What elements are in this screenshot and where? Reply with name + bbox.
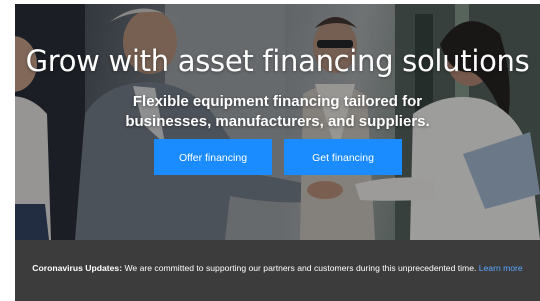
banner-text: Coronavirus Updates: We are committed to… (25, 260, 530, 277)
banner-label: Coronavirus Updates: (32, 263, 123, 273)
page: Grow with asset financing solutions Flex… (15, 4, 540, 301)
offer-financing-button[interactable]: Offer financing (154, 139, 272, 175)
learn-more-link[interactable]: Learn more (479, 263, 523, 273)
banner-message: We are committed to supporting our partn… (122, 263, 479, 273)
hero-subhead: Flexible equipment financing tailored fo… (125, 93, 430, 130)
coronavirus-update-banner: Coronavirus Updates: We are committed to… (15, 240, 540, 301)
hero-section: Grow with asset financing solutions Flex… (15, 4, 540, 240)
hero-headline: Grow with asset financing solutions (25, 44, 530, 78)
get-financing-button[interactable]: Get financing (284, 139, 402, 175)
